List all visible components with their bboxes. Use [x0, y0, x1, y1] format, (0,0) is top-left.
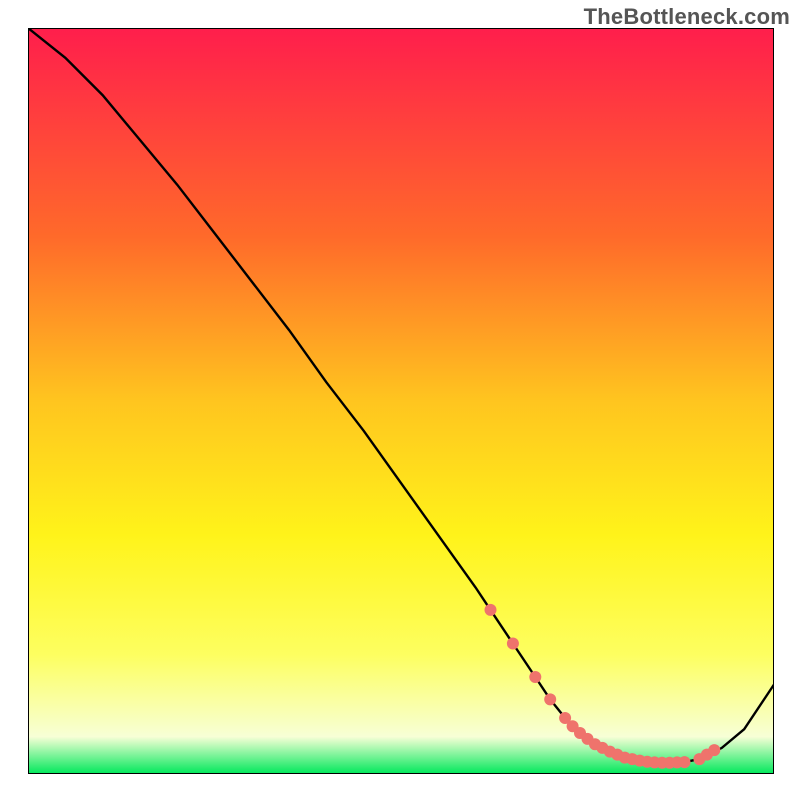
marker-dot — [485, 604, 497, 616]
chart-svg — [28, 28, 774, 774]
marker-dot — [679, 756, 691, 768]
marker-dot — [507, 638, 519, 650]
watermark-text: TheBottleneck.com — [584, 4, 790, 30]
marker-dot — [544, 693, 556, 705]
chart-stage: TheBottleneck.com — [0, 0, 800, 800]
marker-dot — [529, 671, 541, 683]
plot-area — [28, 28, 774, 774]
marker-dot — [708, 744, 720, 756]
